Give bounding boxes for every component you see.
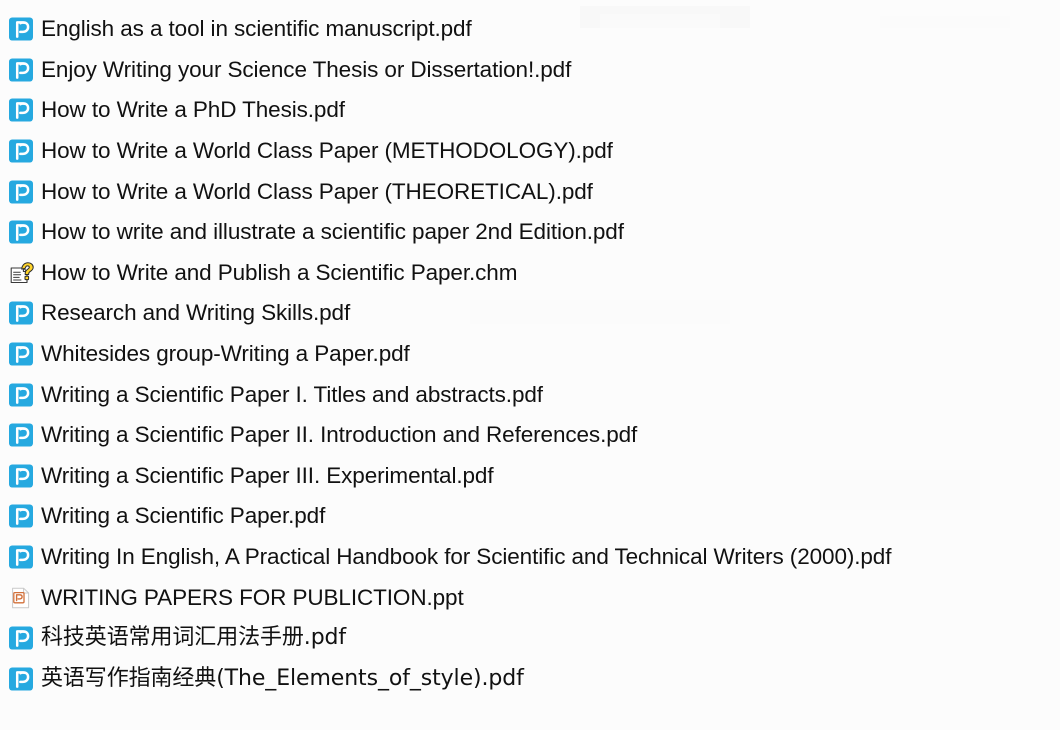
file-list-item[interactable]: How to Write and Publish a Scientific Pa…: [0, 253, 1060, 294]
file-list: English as a tool in scientific manuscri…: [0, 0, 1060, 699]
pdf-file-icon: [8, 544, 34, 570]
pdf-file-icon: [8, 300, 34, 326]
file-name-label: How to Write and Publish a Scientific Pa…: [41, 259, 518, 285]
file-name-label: How to write and illustrate a scientific…: [41, 219, 624, 245]
pdf-file-icon: [8, 57, 34, 83]
pdf-file-icon: [8, 625, 34, 651]
pdf-file-icon: [8, 219, 34, 245]
file-name-label: 英语写作指南经典(The_Elements_of_style).pdf: [41, 665, 524, 691]
pdf-file-icon: [8, 422, 34, 448]
file-list-item[interactable]: 科技英语常用词汇用法手册.pdf: [0, 618, 1060, 659]
file-list-item[interactable]: Whitesides group-Writing a Paper.pdf: [0, 334, 1060, 375]
file-list-item[interactable]: 英语写作指南经典(The_Elements_of_style).pdf: [0, 659, 1060, 700]
pdf-file-icon: [8, 666, 34, 692]
pdf-file-icon: [8, 382, 34, 408]
file-list-item[interactable]: How to Write a World Class Paper (METHOD…: [0, 131, 1060, 172]
chm-help-file-icon: [8, 260, 34, 286]
pdf-file-icon: [8, 341, 34, 367]
pdf-file-icon: [8, 503, 34, 529]
file-name-label: How to Write a PhD Thesis.pdf: [41, 97, 345, 123]
file-list-item[interactable]: How to write and illustrate a scientific…: [0, 212, 1060, 253]
file-list-item[interactable]: How to Write a World Class Paper (THEORE…: [0, 171, 1060, 212]
file-list-item[interactable]: Writing a Scientific Paper II. Introduct…: [0, 415, 1060, 456]
file-list-item[interactable]: Writing a Scientific Paper I. Titles and…: [0, 374, 1060, 415]
file-name-label: Writing a Scientific Paper I. Titles and…: [41, 381, 543, 407]
file-list-item[interactable]: English as a tool in scientific manuscri…: [0, 9, 1060, 50]
file-name-label: Writing In English, A Practical Handbook…: [41, 544, 892, 570]
file-name-label: Whitesides group-Writing a Paper.pdf: [41, 341, 410, 367]
file-list-item[interactable]: Writing In English, A Practical Handbook…: [0, 537, 1060, 578]
file-list-item[interactable]: WRITING PAPERS FOR PUBLICTION.ppt: [0, 577, 1060, 618]
file-name-label: 科技英语常用词汇用法手册.pdf: [41, 625, 347, 651]
ppt-file-icon: [8, 585, 34, 611]
pdf-file-icon: [8, 138, 34, 164]
file-name-label: WRITING PAPERS FOR PUBLICTION.ppt: [41, 584, 464, 610]
file-name-label: English as a tool in scientific manuscri…: [41, 16, 472, 42]
file-name-label: Writing a Scientific Paper.pdf: [41, 503, 326, 529]
file-list-item[interactable]: How to Write a PhD Thesis.pdf: [0, 90, 1060, 131]
pdf-file-icon: [8, 463, 34, 489]
file-name-label: Research and Writing Skills.pdf: [41, 300, 351, 326]
pdf-file-icon: [8, 97, 34, 123]
file-name-label: How to Write a World Class Paper (METHOD…: [41, 138, 613, 164]
file-name-label: Enjoy Writing your Science Thesis or Dis…: [41, 56, 572, 82]
pdf-file-icon: [8, 179, 34, 205]
file-list-item[interactable]: Writing a Scientific Paper III. Experime…: [0, 456, 1060, 497]
pdf-file-icon: [8, 16, 34, 42]
file-list-item[interactable]: Enjoy Writing your Science Thesis or Dis…: [0, 50, 1060, 91]
file-name-label: How to Write a World Class Paper (THEORE…: [41, 178, 593, 204]
file-name-label: Writing a Scientific Paper III. Experime…: [41, 462, 494, 488]
file-list-item[interactable]: Research and Writing Skills.pdf: [0, 293, 1060, 334]
file-list-item[interactable]: Writing a Scientific Paper.pdf: [0, 496, 1060, 537]
file-name-label: Writing a Scientific Paper II. Introduct…: [41, 422, 638, 448]
